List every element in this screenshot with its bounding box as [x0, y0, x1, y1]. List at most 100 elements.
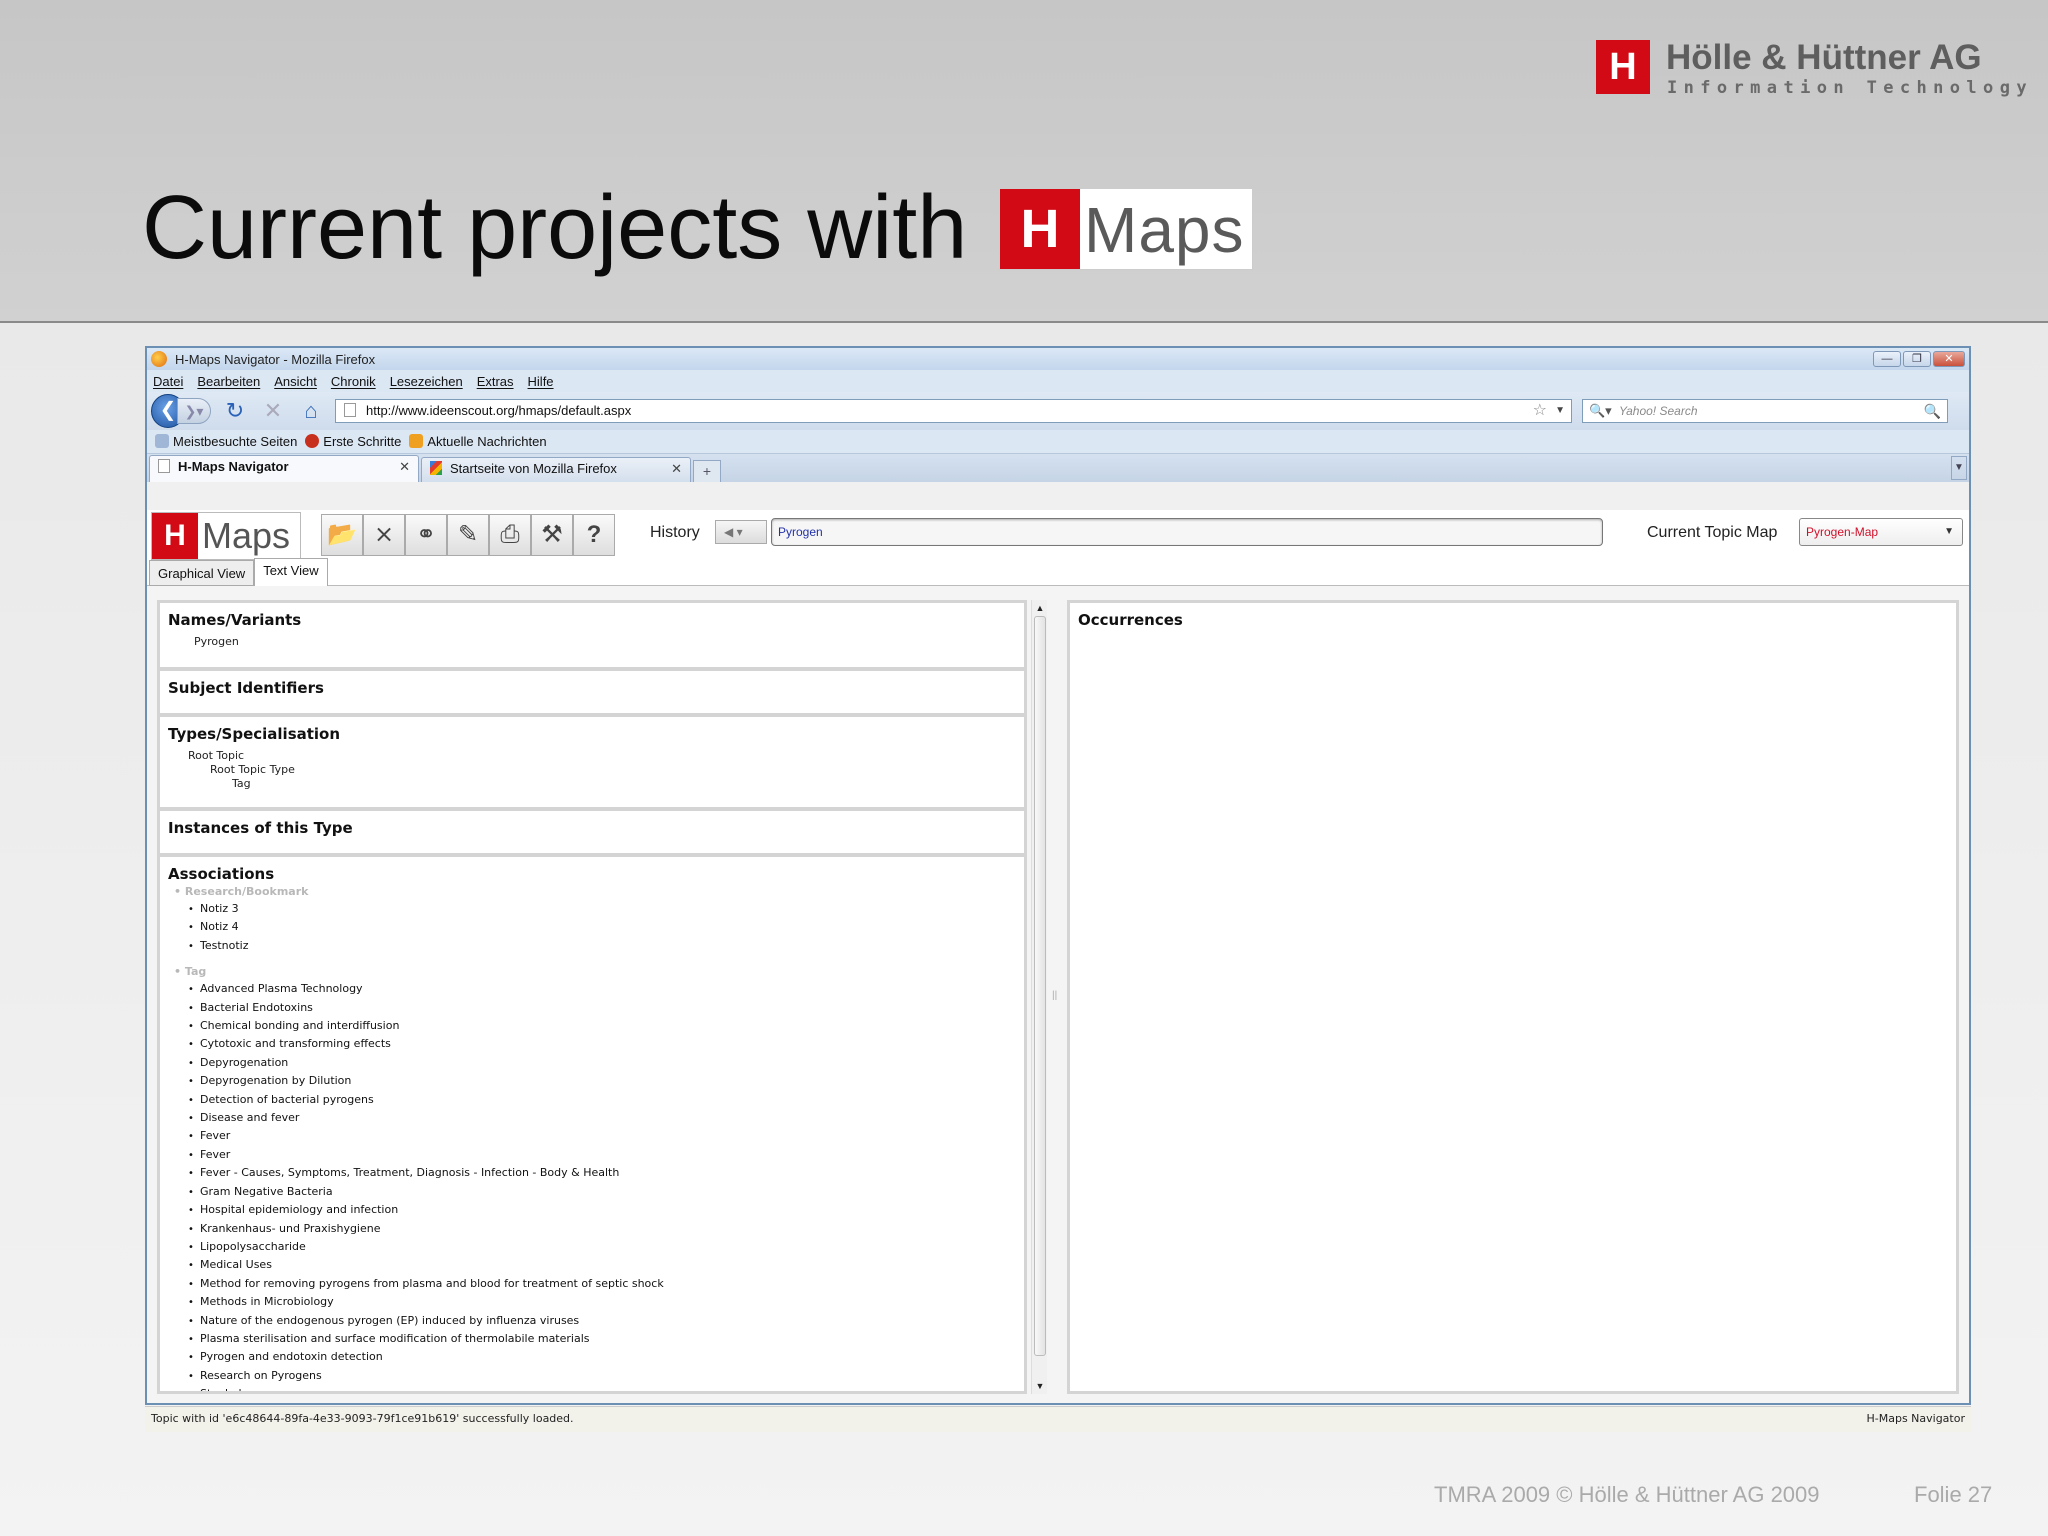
url-dropdown-icon[interactable]: ▼	[1555, 400, 1565, 422]
corp-logo-name: Hölle & Hüttner AG	[1666, 38, 1982, 77]
tab-close-icon[interactable]: ✕	[671, 458, 682, 480]
bookmark-most-visited[interactable]: Meistbesuchte Seiten	[155, 434, 297, 449]
new-tab-button[interactable]: +	[693, 460, 721, 482]
association-item[interactable]: Bacterial Endotoxins	[188, 999, 1016, 1017]
slide-title: Current projects with	[142, 178, 968, 278]
association-item[interactable]: Fever - Causes, Symptoms, Treatment, Dia…	[188, 1164, 1016, 1182]
google-icon	[430, 461, 442, 475]
association-item[interactable]: Research on Pyrogens	[188, 1367, 1016, 1385]
association-item[interactable]: Nature of the endogenous pyrogen (EP) in…	[188, 1312, 1016, 1330]
history-back-button[interactable]: ◀ ▾	[715, 520, 767, 544]
association-item[interactable]: Chemical bonding and interdiffusion	[188, 1017, 1016, 1035]
association-item[interactable]: Krankenhaus- und Praxishygiene	[188, 1220, 1016, 1238]
scroll-thumb[interactable]	[1034, 616, 1046, 1356]
occurrences-panel: Occurrences	[1067, 600, 1959, 1394]
status-text: Topic with id 'e6c48644-89fa-4e33-9093-7…	[151, 1412, 574, 1425]
page-icon	[158, 459, 170, 473]
association-item[interactable]: Hospital epidemiology and infection	[188, 1201, 1016, 1219]
print-icon[interactable]: ⎙	[489, 514, 531, 556]
browser-window: H-Maps Navigator - Mozilla Firefox — ❐ ✕…	[145, 346, 1971, 1405]
menu-datei[interactable]: Datei	[153, 374, 183, 389]
search-bar[interactable]: 🔍▾ Yahoo! Search 🔍	[1582, 399, 1948, 423]
tab-graphical-view[interactable]: Graphical View	[149, 560, 255, 586]
association-item[interactable]: Cytotoxic and transforming effects	[188, 1035, 1016, 1053]
bookmark-star-icon[interactable]: ☆	[1533, 400, 1547, 422]
association-item[interactable]: Plasma sterilisation and surface modific…	[188, 1330, 1016, 1348]
binoculars-icon[interactable]: ⚭	[405, 514, 447, 556]
help-icon[interactable]: ?	[573, 514, 615, 556]
type-item[interactable]: Root Topic Type	[168, 763, 1016, 777]
association-item[interactable]: Method for removing pyrogens from plasma…	[188, 1275, 1016, 1293]
panel-splitter[interactable]: ||	[1051, 600, 1061, 1394]
association-item[interactable]: Pyrogen and endotoxin detection	[188, 1348, 1016, 1366]
menu-extras[interactable]: Extras	[477, 374, 514, 389]
status-app-name: H-Maps Navigator	[1866, 1412, 1965, 1425]
association-item[interactable]: Disease and fever	[188, 1109, 1016, 1127]
association-item[interactable]: Methods in Microbiology	[188, 1293, 1016, 1311]
tab-list-icon[interactable]: ▼	[1951, 456, 1967, 480]
association-item[interactable]: Gram Negative Bacteria	[188, 1183, 1016, 1201]
navigation-toolbar: ❮ ❯▾ ↻ ✕ ⌂ http://www.ideenscout.org/hma…	[147, 392, 1969, 430]
tab-strip: H-Maps Navigator ✕ Startseite von Mozill…	[147, 454, 1969, 482]
tab-close-icon[interactable]: ✕	[399, 456, 410, 478]
tab-hmaps-navigator[interactable]: H-Maps Navigator ✕	[149, 455, 419, 482]
maximize-icon[interactable]: ❐	[1903, 351, 1931, 367]
minimize-icon[interactable]: —	[1873, 351, 1901, 367]
menu-ansicht[interactable]: Ansicht	[274, 374, 317, 389]
association-item[interactable]: Lipopolysaccharide	[188, 1238, 1016, 1256]
home-icon[interactable]: ⌂	[297, 397, 325, 425]
type-item[interactable]: Tag	[168, 777, 1016, 791]
menu-chronik[interactable]: Chronik	[331, 374, 376, 389]
names-variants-section: Names/Variants Pyrogen	[160, 603, 1024, 671]
tools-icon[interactable]: ⚒	[531, 514, 573, 556]
window-titlebar[interactable]: H-Maps Navigator - Mozilla Firefox — ❐ ✕	[147, 348, 1969, 370]
scroll-down-icon[interactable]: ▼	[1032, 1378, 1048, 1394]
association-item[interactable]: Medical Uses	[188, 1256, 1016, 1274]
open-folder-icon[interactable]: 📂	[321, 514, 363, 556]
search-icon[interactable]: 🔍	[1924, 400, 1941, 422]
association-item[interactable]: Fever	[188, 1146, 1016, 1164]
panel-scrollbar[interactable]: ▲ ▼	[1031, 600, 1047, 1394]
tab-firefox-start[interactable]: Startseite von Mozilla Firefox ✕	[421, 457, 691, 482]
association-item[interactable]: Depyrogenation	[188, 1054, 1016, 1072]
current-topic-map-label: Current Topic Map	[1647, 524, 1778, 541]
current-topic-map-select[interactable]: Pyrogen-Map ▼	[1799, 518, 1963, 546]
forward-button[interactable]: ❯▾	[177, 398, 211, 424]
url-text: http://www.ideenscout.org/hmaps/default.…	[366, 403, 632, 418]
tab-text-view[interactable]: Text View	[254, 558, 328, 586]
menu-lesezeichen[interactable]: Lesezeichen	[390, 374, 463, 389]
menu-bearbeiten[interactable]: Bearbeiten	[197, 374, 260, 389]
scroll-up-icon[interactable]: ▲	[1032, 600, 1048, 616]
reload-icon[interactable]: ↻	[221, 397, 249, 425]
association-item[interactable]: Detection of bacterial pyrogens	[188, 1091, 1016, 1109]
history-field[interactable]: Pyrogen	[771, 518, 1603, 546]
association-item[interactable]: Fever	[188, 1127, 1016, 1145]
edit-icon[interactable]: ✎	[447, 514, 489, 556]
association-item[interactable]: Advanced Plasma Technology	[188, 980, 1016, 998]
menu-hilfe[interactable]: Hilfe	[528, 374, 554, 389]
section-title: Names/Variants	[168, 611, 302, 629]
association-item[interactable]: Notiz 3	[188, 900, 1016, 918]
association-item[interactable]: Testnotiz	[188, 937, 1016, 955]
bookmark-getting-started[interactable]: Erste Schritte	[305, 434, 401, 449]
firefox-bookmark-icon	[305, 434, 320, 448]
topic-details-panel: Names/Variants Pyrogen Subject Identifie…	[157, 600, 1027, 1394]
search-engine-icon[interactable]: 🔍▾	[1589, 400, 1612, 422]
page-icon	[344, 403, 356, 417]
hmaps-logo-text: Maps	[1084, 194, 1245, 266]
status-bar: Topic with id 'e6c48644-89fa-4e33-9093-7…	[145, 1406, 1971, 1432]
bookmarks-toolbar: Meistbesuchte Seiten Erste Schritte Aktu…	[147, 430, 1969, 454]
association-item[interactable]: Staphylococcus aureus	[188, 1385, 1016, 1391]
hmaps-app-logo-mark: H	[152, 513, 198, 559]
close-icon[interactable]: ✕	[1933, 351, 1965, 367]
type-item[interactable]: Root Topic	[168, 749, 1016, 763]
association-group-label: • Research/Bookmark	[174, 885, 309, 898]
corp-logo: H Hölle & Hüttner AG Information Technol…	[1596, 38, 2027, 98]
association-item[interactable]: Depyrogenation by Dilution	[188, 1072, 1016, 1090]
bookmark-news[interactable]: Aktuelle Nachrichten	[409, 434, 547, 449]
stop-icon[interactable]: ✕	[259, 397, 287, 425]
url-bar[interactable]: http://www.ideenscout.org/hmaps/default.…	[335, 399, 1572, 423]
association-item[interactable]: Notiz 4	[188, 918, 1016, 936]
association-list: Advanced Plasma TechnologyBacterial Endo…	[168, 980, 1016, 1391]
graph-layout-icon[interactable]: ⨯	[363, 514, 405, 556]
